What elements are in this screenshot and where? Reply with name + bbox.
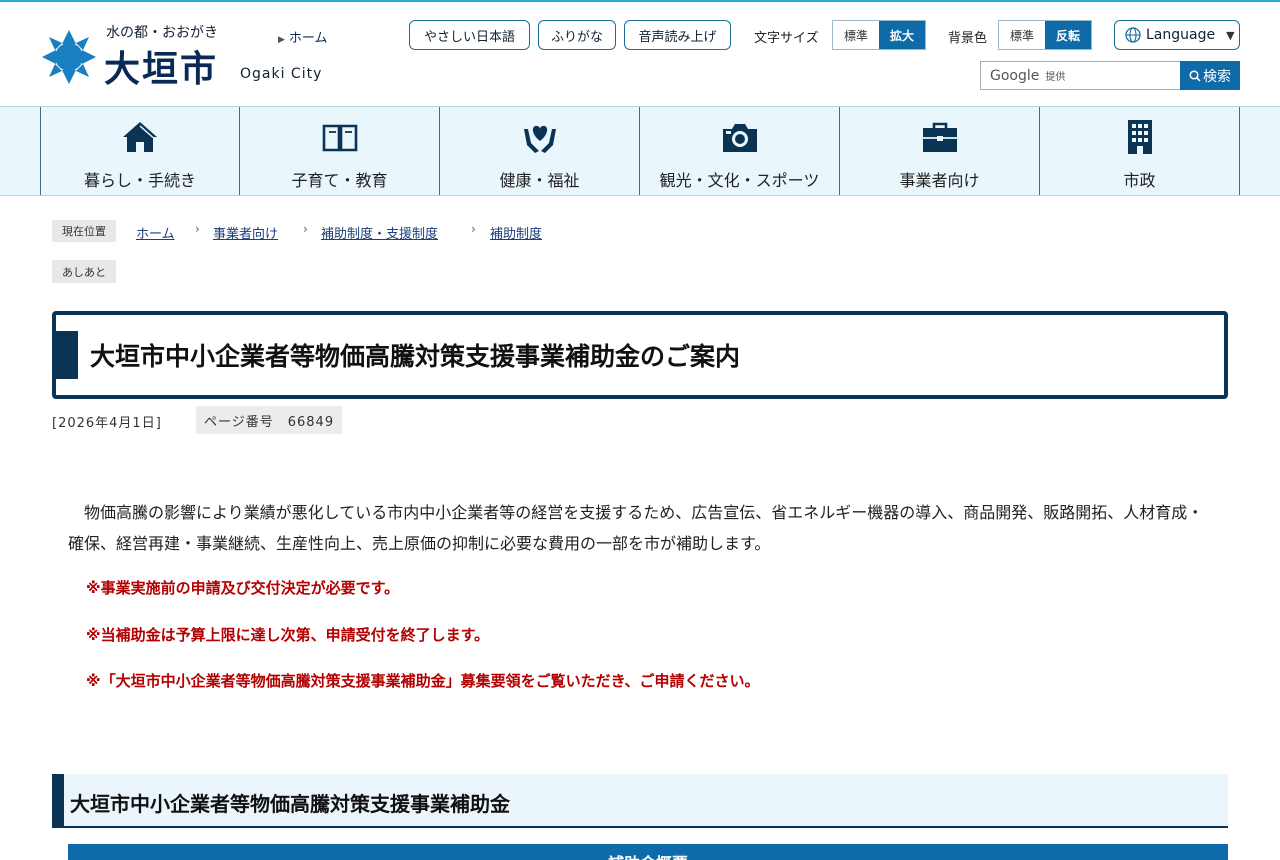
breadcrumb-current-tag: 現在位置 (52, 220, 116, 242)
globe-icon (1125, 27, 1141, 43)
notice-text: ※当補助金は予算上限に達し次第、申請受付を終了します。 (86, 626, 490, 644)
section-heading: 大垣市中小企業者等物価高騰対策支援事業補助金 (70, 792, 510, 816)
language-select[interactable]: Language ▼ (1114, 20, 1240, 50)
breadcrumb-separator: › (303, 222, 308, 236)
section-heading-bar (52, 774, 64, 826)
global-nav: 暮らし・手続き 子育て・教育 健康・福祉 観光・文化・スポーツ 事業者向け 市政 (0, 106, 1280, 196)
breadcrumb-link-subsidy-support[interactable]: 補助制度・支援制度 (321, 223, 438, 242)
breadcrumb-separator: › (195, 222, 200, 236)
header-home-link[interactable]: ▶ ホーム (278, 27, 328, 46)
nav-item-tourism[interactable]: 観光・文化・スポーツ (640, 107, 840, 195)
search-icon (1189, 69, 1201, 82)
text-size-standard-button[interactable]: 標準 (833, 21, 879, 49)
nav-item-city-govt[interactable]: 市政 (1040, 107, 1240, 195)
breadcrumb-separator: › (471, 222, 476, 236)
table-header: 補助金概要 (68, 844, 1228, 860)
search-brand-suffix: 提供 (1045, 72, 1066, 83)
page-title: 大垣市中小企業者等物価高騰対策支援事業補助金のご案内 (90, 342, 741, 371)
logo-city-name: 大垣市 (104, 49, 219, 90)
page-title-box: 大垣市中小企業者等物価高騰対策支援事業補助金のご案内 (52, 311, 1228, 399)
nav-item-label: 暮らし・手続き (83, 171, 196, 190)
home-link-label: ホーム (288, 31, 328, 46)
bg-inverted-button[interactable]: 反転 (1045, 21, 1091, 49)
breadcrumb-link-business[interactable]: 事業者向け (213, 223, 278, 242)
building-icon (1127, 120, 1152, 154)
bg-standard-button[interactable]: 標準 (999, 21, 1045, 49)
search-button[interactable]: 検索 (1180, 61, 1240, 90)
ashiato-button[interactable]: あしあと (52, 260, 116, 283)
title-accent-bar (56, 331, 78, 379)
nav-item-label: 市政 (1123, 171, 1156, 190)
search-brand-text: Google (990, 67, 1040, 84)
bg-color-label: 背景色 (948, 31, 988, 46)
nav-item-label: 観光・文化・スポーツ (659, 171, 820, 190)
update-date: [2026年4月1日] (52, 416, 162, 431)
breadcrumb-link-home[interactable]: ホーム (136, 223, 175, 242)
logo-city-name-en: Ogaki City (240, 66, 323, 82)
logo-tagline: 水の都・おおがき (106, 25, 218, 41)
search-input[interactable]: Google 提供 (980, 61, 1181, 90)
notice-text: ※事業実施前の申請及び交付決定が必要です。 (86, 579, 400, 597)
nav-item-business[interactable]: 事業者向け (840, 107, 1040, 195)
nav-item-label: 子育て・教育 (291, 171, 388, 190)
nav-item-childcare[interactable]: 子育て・教育 (240, 107, 440, 195)
nav-item-label: 健康・福祉 (499, 171, 580, 190)
book-icon (322, 124, 357, 152)
section-heading-box: 大垣市中小企業者等物価高騰対策支援事業補助金 (52, 774, 1228, 828)
nav-item-label: 事業者向け (899, 171, 980, 190)
text-size-label: 文字サイズ (754, 31, 819, 46)
nav-item-living[interactable]: 暮らし・手続き (40, 107, 240, 195)
nav-item-health[interactable]: 健康・福祉 (440, 107, 640, 195)
furigana-button[interactable]: ふりがな (538, 20, 616, 50)
camera-icon (722, 124, 757, 152)
easy-japanese-button[interactable]: やさしい日本語 (409, 20, 530, 50)
notice-text: ※「大垣市中小企業者等物価高騰対策支援事業補助金」募集要領をご覧いただき、ご申請… (86, 672, 760, 690)
page-number-badge: ページ番号 66849 (196, 406, 343, 434)
triangle-right-icon: ▶ (278, 35, 285, 45)
chevron-down-icon: ▼ (1226, 28, 1235, 42)
text-size-toggle: 標準 拡大 (832, 20, 926, 50)
city-emblem-icon (42, 30, 96, 84)
briefcase-icon (922, 122, 957, 152)
language-label: Language (1146, 27, 1216, 43)
heart-hands-icon (523, 125, 556, 153)
text-size-large-button[interactable]: 拡大 (879, 21, 925, 49)
read-aloud-button[interactable]: 音声読み上げ (624, 20, 731, 50)
bg-color-toggle: 標準 反転 (998, 20, 1092, 50)
breadcrumb-link-subsidy[interactable]: 補助制度 (490, 223, 542, 242)
search-button-label: 検索 (1203, 68, 1231, 85)
top-accent-line (0, 0, 1280, 2)
intro-paragraph: 物価高騰の影響により業績が悪化している市内中小企業者等の経営を支援するため、広告… (68, 503, 1204, 553)
home-icon (123, 122, 157, 152)
